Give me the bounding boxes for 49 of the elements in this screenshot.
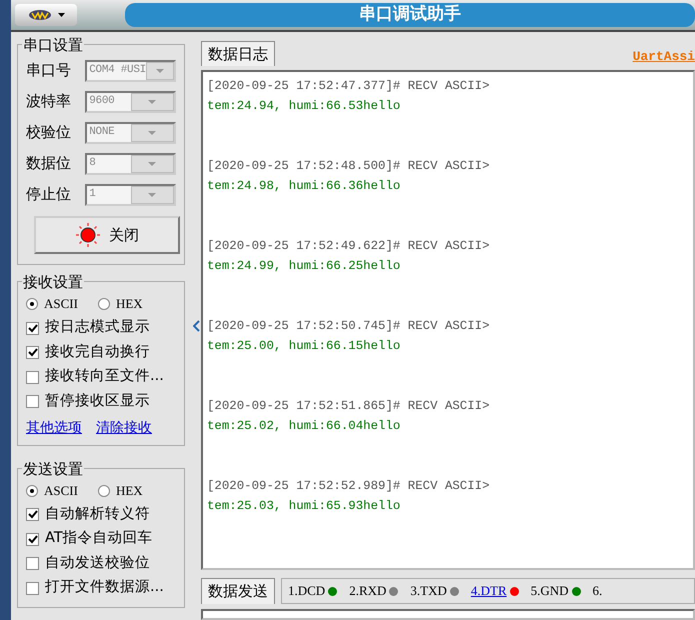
log-data: tem:25.03, humi:65.93hello bbox=[207, 498, 400, 515]
signal-label: 3.TXD bbox=[410, 582, 447, 600]
log-header: [2020-09-25 17:52:48.500]# RECV ASCII> bbox=[207, 158, 490, 175]
log-data: tem:25.00, humi:66.15hello bbox=[207, 338, 400, 355]
log-header: [2020-09-25 17:52:49.622]# RECV ASCII> bbox=[207, 238, 490, 255]
log-tab[interactable]: 数据日志 bbox=[201, 40, 275, 66]
field-label: 校验位 bbox=[26, 122, 72, 144]
field-label: 波特率 bbox=[26, 91, 72, 112]
field-label: 串口号 bbox=[26, 60, 72, 82]
check-icon bbox=[28, 510, 38, 520]
radio-option[interactable]: HEX bbox=[98, 480, 143, 500]
signal-label: 1.DCD bbox=[288, 582, 326, 600]
signal-label: 2.RXD bbox=[349, 582, 386, 600]
log-header: [2020-09-25 17:52:52.989]# RECV ASCII> bbox=[207, 478, 490, 495]
check-icon bbox=[28, 534, 38, 544]
send-tab[interactable]: 数据发送 bbox=[201, 578, 275, 604]
log-data: tem:24.94, humi:66.53hello bbox=[207, 98, 400, 115]
window-title: 串口调试助手 bbox=[125, 3, 695, 27]
log-header: [2020-09-25 17:52:47.377]# RECV ASCII> bbox=[207, 78, 490, 95]
send-input-field[interactable] bbox=[201, 609, 695, 620]
field-label: 数据位 bbox=[26, 153, 72, 174]
checkbox-option[interactable]: 打开文件数据源... bbox=[26, 576, 176, 600]
option-link[interactable]: 清除接收 bbox=[96, 418, 152, 438]
radio-option[interactable]: HEX bbox=[98, 294, 143, 314]
check-icon bbox=[28, 324, 38, 333]
app-menu-button[interactable] bbox=[15, 4, 77, 26]
log-data: tem:24.99, humi:66.25hello bbox=[207, 258, 400, 275]
check-icon bbox=[28, 348, 38, 358]
log-data: tem:25.02, humi:66.04hello bbox=[207, 418, 400, 435]
checkbox-option[interactable]: 暂停接收区显示 bbox=[26, 390, 176, 414]
log-data: tem:24.98, humi:66.36hello bbox=[207, 178, 400, 195]
checkbox-option[interactable]: 自动发送校验位 bbox=[26, 552, 176, 576]
logo-icon bbox=[28, 9, 52, 21]
close-port-button[interactable]: 关闭 bbox=[34, 216, 180, 254]
checkbox-option[interactable]: 按日志模式显示 bbox=[26, 316, 176, 340]
checkbox-option[interactable]: AT指令自动回车 bbox=[26, 527, 176, 552]
signal-label: 6. bbox=[592, 582, 602, 600]
radio-option[interactable]: ASCII bbox=[26, 294, 78, 314]
log-header: [2020-09-25 17:52:50.745]# RECV ASCII> bbox=[207, 318, 490, 335]
checkbox-option[interactable]: 接收转向至文件... bbox=[26, 365, 176, 390]
signal-link[interactable]: 4.DTR bbox=[470, 581, 507, 601]
checkbox-option[interactable]: 接收完自动换行 bbox=[26, 340, 176, 365]
field-label: 停止位 bbox=[26, 184, 72, 206]
signal-label: 5.GND bbox=[530, 582, 569, 600]
caret-icon bbox=[58, 13, 64, 17]
checkbox-option[interactable]: 自动解析转义符 bbox=[26, 502, 176, 527]
radio-option[interactable]: ASCII bbox=[26, 480, 78, 500]
option-link[interactable]: 其他选项 bbox=[26, 418, 82, 438]
log-header: [2020-09-25 17:52:51.865]# RECV ASCII> bbox=[207, 398, 490, 415]
